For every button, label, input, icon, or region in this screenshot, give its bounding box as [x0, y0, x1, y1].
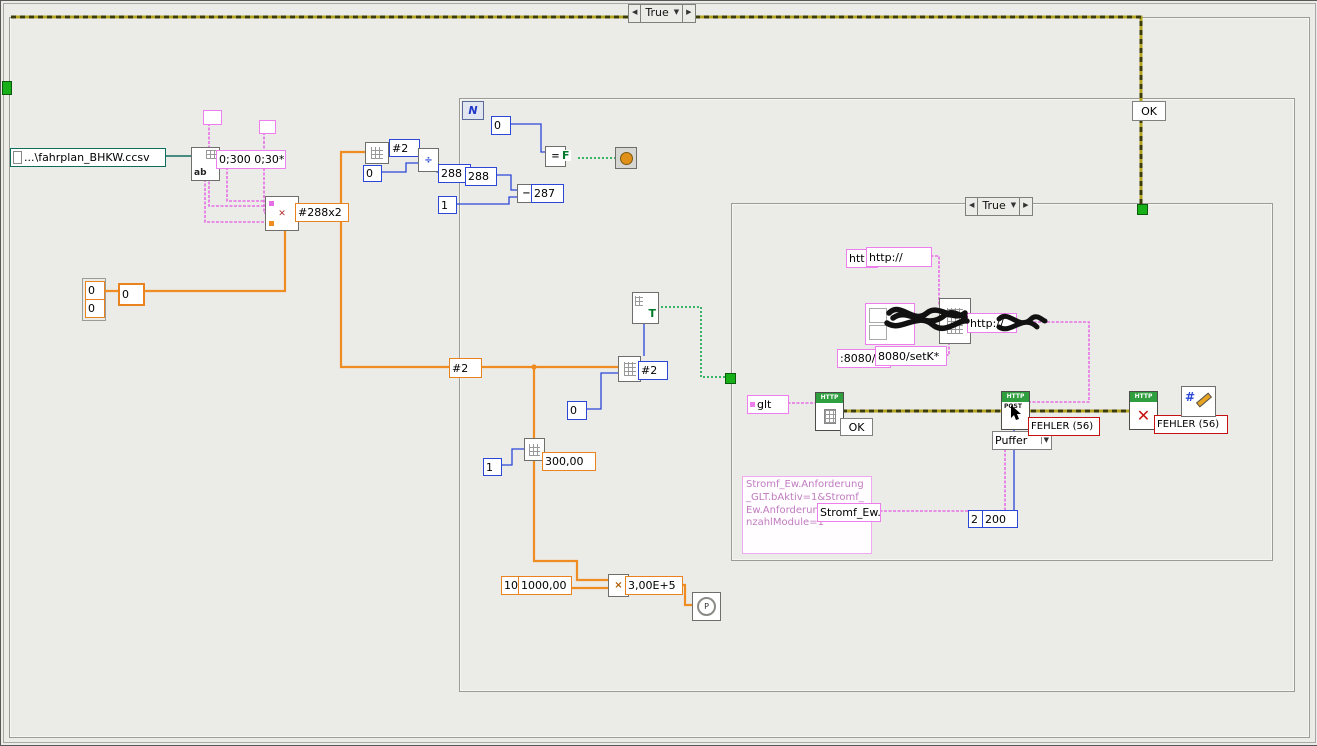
- array-glyph: [635, 296, 643, 306]
- array-glyph: [529, 443, 540, 456]
- index-label[interactable]: #2: [638, 361, 668, 380]
- inner-case-selector[interactable]: ◀ True ▼ ▶: [965, 197, 1033, 216]
- numeric-constant[interactable]: 200: [982, 510, 1018, 528]
- numeric-constant[interactable]: 0: [491, 116, 511, 135]
- outer-case-label[interactable]: True: [641, 5, 673, 22]
- loop-tunnel-value[interactable]: 288: [465, 167, 497, 186]
- concat-glyph: [947, 308, 963, 334]
- document-icon: [823, 409, 836, 424]
- round-led-indicator[interactable]: [615, 147, 637, 169]
- numeric-indicator[interactable]: 3,00E+5: [625, 576, 683, 595]
- pink-dot: [269, 201, 274, 206]
- vi-icon-p[interactable]: P: [692, 592, 721, 621]
- case-prev-arrow[interactable]: ◀: [629, 5, 642, 22]
- string-constant-empty[interactable]: [203, 110, 222, 125]
- error-indicator[interactable]: FEHLER (56): [1154, 415, 1228, 434]
- pink-dot: [750, 402, 755, 407]
- array-dims-label[interactable]: #288x2: [295, 203, 349, 222]
- size-label[interactable]: #2: [389, 139, 420, 157]
- close-icon: ✕: [1136, 406, 1151, 425]
- array-glyph: [371, 147, 383, 159]
- numeric-indicator[interactable]: 300,00: [542, 452, 596, 471]
- string-constant-empty[interactable]: [259, 120, 276, 134]
- quotient-remainder-icon[interactable]: ÷: [418, 148, 439, 172]
- numeric-constant[interactable]: 0: [85, 299, 105, 318]
- case-dropdown-arrow[interactable]: ▼: [674, 5, 682, 22]
- orange-dot: [269, 221, 274, 226]
- numeric-constant[interactable]: 1000,00: [518, 576, 572, 595]
- url-result-indicator[interactable]: http://: [967, 313, 1017, 333]
- led-glyph: [619, 151, 633, 165]
- outer-case-selector[interactable]: ◀ True ▼ ▶: [628, 4, 696, 23]
- to-boolean-icon[interactable]: T: [632, 292, 659, 324]
- loop-count-terminal[interactable]: N: [462, 101, 484, 120]
- inner-case-label[interactable]: True: [978, 198, 1010, 215]
- boolean-tunnel[interactable]: [2, 81, 12, 95]
- numeric-constant[interactable]: 1: [483, 458, 502, 476]
- labview-block-diagram: ◀ True ▼ ▶ ◀ True ▼ ▶ OK ...\fahrplan_BH…: [0, 0, 1317, 746]
- file-path-constant[interactable]: ...\fahrplan_BHKW.ccsv: [10, 148, 166, 167]
- array-glyph: [623, 362, 636, 376]
- string-array-cell: [869, 308, 887, 323]
- case-selector-terminal[interactable]: [725, 373, 736, 384]
- body-string-constant[interactable]: Stromf_Ew.*: [817, 503, 881, 522]
- http-post-node[interactable]: HTTP POST: [1001, 391, 1030, 430]
- boolean-tunnel[interactable]: [1137, 204, 1148, 215]
- numeric-constant[interactable]: 0: [85, 281, 105, 300]
- ok-indicator[interactable]: OK: [840, 418, 873, 436]
- array-function-icon[interactable]: ✕: [265, 196, 299, 231]
- array-size-icon[interactable]: [365, 142, 389, 164]
- chevron-down-icon[interactable]: ▼: [1040, 437, 1049, 444]
- format-string-constant[interactable]: 0;300 0;30*: [216, 150, 286, 169]
- numeric-constant[interactable]: 1: [438, 196, 457, 214]
- format-into-string-icon[interactable]: #: [1181, 386, 1216, 417]
- numeric-constant[interactable]: 0: [567, 401, 587, 420]
- numeric-indicator[interactable]: 287: [531, 184, 564, 203]
- string-array-constant[interactable]: [865, 303, 915, 345]
- case-dropdown-arrow[interactable]: ▼: [1011, 198, 1019, 215]
- numeric-constant[interactable]: 0: [118, 283, 145, 306]
- case-next-arrow[interactable]: ▶: [1019, 198, 1031, 215]
- ok-boolean-constant[interactable]: OK: [1132, 101, 1166, 121]
- case-prev-arrow[interactable]: ◀: [966, 198, 979, 215]
- false-label: F: [561, 149, 571, 162]
- string-array-cell: [869, 325, 887, 340]
- glt-string-constant[interactable]: glt: [747, 395, 789, 414]
- error-indicator[interactable]: FEHLER (56): [1028, 417, 1100, 436]
- url-string-constant[interactable]: 8080/setK*: [875, 346, 947, 366]
- path-glyph: [13, 151, 22, 164]
- array-tunnel-label[interactable]: #2: [449, 358, 482, 378]
- p-glyph: P: [697, 597, 716, 616]
- numeric-constant[interactable]: 0: [363, 165, 382, 182]
- http-string-constant[interactable]: http://: [866, 247, 932, 267]
- case-next-arrow[interactable]: ▶: [682, 5, 694, 22]
- pencil-icon: [1195, 392, 1213, 408]
